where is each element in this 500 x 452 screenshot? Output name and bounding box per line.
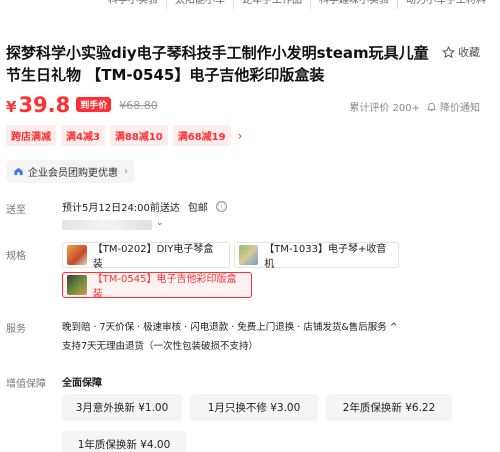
nav-item[interactable]: 科学小实验 [100, 0, 166, 9]
final-price-badge: 到手价 [76, 97, 112, 112]
guarantee-title: 全面保障 [62, 378, 102, 389]
return-policy: 支持7天无理由退货（一次性包装破损不支持） [62, 341, 259, 352]
guarantee-option[interactable]: 1月只换不修 ¥3.00 [190, 394, 318, 421]
delivery-label: 送至 [6, 205, 26, 216]
enterprise-label: 企业会员团购更优惠 [28, 168, 118, 179]
spec-thumbnail [67, 275, 87, 295]
chevron-down-icon[interactable]: ⌄ [156, 218, 164, 228]
bell-icon [426, 102, 437, 112]
delivery-eta: 预计5月12日24:00前送达 [62, 203, 180, 214]
address-selector[interactable] [62, 220, 152, 230]
promo-more-icon[interactable]: › [238, 129, 243, 143]
delivery-info: 预计5月12日24:00前送达 包邮 ⓘ [62, 199, 227, 214]
price-value: 39.8 [18, 93, 71, 117]
price-currency: ¥ [6, 98, 17, 116]
chevron-right-icon: › [124, 166, 128, 177]
spec-option[interactable]: 【TM-1033】电子琴+收音机 [234, 242, 399, 270]
price-drop-notify-button[interactable]: 降价通知 [426, 99, 480, 114]
favorite-label: 收藏 [458, 46, 480, 59]
spec-option-selected[interactable]: 【TM-0545】电子吉他彩印版盒装 [62, 272, 252, 300]
spec-option-label: 【TM-0202】DIY电子琴盒装 [92, 244, 214, 270]
enterprise-discount-button[interactable]: 企业会员团购更优惠 › [6, 160, 135, 183]
spec-thumbnail [67, 245, 87, 265]
nav-item[interactable]: 太阳能小车 [166, 0, 233, 9]
price-drop-notify-label: 降价通知 [440, 103, 480, 114]
spec-option-label: 【TM-1033】电子琴+收音机 [264, 244, 387, 270]
favorite-button[interactable]: 收藏 [442, 44, 480, 60]
shipping-free: 包邮 [187, 203, 208, 214]
spec-option[interactable]: 【TM-0202】DIY电子琴盒装 [62, 242, 230, 270]
product-title: 探梦科学小实验diy电子琴科技手工制作小发明steam玩具儿童节生日礼物 【TM… [6, 44, 429, 84]
enterprise-icon [14, 167, 23, 176]
guarantee-option[interactable]: 2年质保换新 ¥6.22 [326, 394, 452, 421]
top-nav: 科学小实验 太阳能小车 蛇年手工作品 科学趣味小实验 动力小车手工材料 [0, 0, 500, 9]
promo-tag[interactable]: 满88减10 [109, 125, 168, 146]
info-icon[interactable]: ⓘ [215, 201, 227, 212]
guarantee-label: 增值保障 [6, 379, 46, 390]
review-count[interactable]: 累计评价 200+ [349, 99, 420, 114]
service-label: 服务 [6, 324, 26, 335]
guarantee-option[interactable]: 3月意外换新 ¥1.00 [62, 394, 182, 421]
nav-item[interactable]: 科学趣味小实验 [310, 0, 397, 9]
promo-row: 跨店满减 满4减3 满88减10 满68减19 › [6, 125, 242, 146]
promo-tag[interactable]: 跨店满减 [6, 125, 56, 146]
price-row: ¥ 39.8 到手价 ¥68.80 累计评价 200+ 降价通知 [6, 93, 494, 121]
star-icon [442, 45, 455, 58]
spec-label: 规格 [6, 251, 26, 262]
nav-item[interactable]: 蛇年手工作品 [233, 0, 310, 9]
nav-item[interactable]: 动力小车手工材料 [397, 0, 494, 9]
promo-tag[interactable]: 满4减3 [61, 125, 105, 146]
spec-option-label: 【TM-0545】电子吉他彩印版盒装 [92, 274, 237, 300]
reviews-area: 累计评价 200+ 降价通知 [349, 99, 480, 114]
original-price: ¥68.80 [119, 99, 158, 112]
service-list[interactable]: 晚到赔 · 7天价保 · 极速审核 · 闪电退款 · 免费上门退换 · 店铺发货… [62, 319, 398, 333]
promo-tag[interactable]: 满68减19 [172, 125, 231, 146]
spec-thumbnail [239, 245, 259, 265]
guarantee-option[interactable]: 1年质保换新 ¥4.00 [62, 431, 186, 452]
